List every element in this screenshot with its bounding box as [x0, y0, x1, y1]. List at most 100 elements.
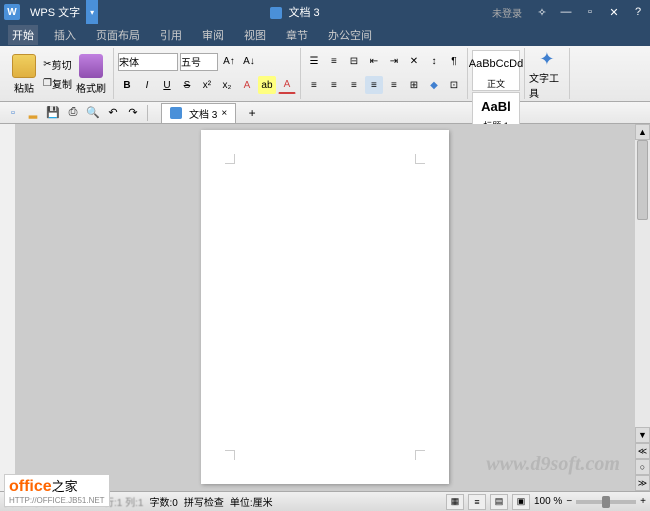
- font-color-button[interactable]: A: [278, 76, 296, 94]
- document-title: 文档 3: [98, 4, 492, 20]
- view-fullscreen-button[interactable]: ▣: [512, 494, 530, 510]
- cut-button[interactable]: ✂ 剪切: [42, 56, 73, 74]
- brush-icon: [79, 54, 103, 78]
- prev-page-button[interactable]: ≪: [635, 443, 650, 459]
- text-effect-button[interactable]: A: [238, 76, 256, 94]
- ribbon: 粘贴 ✂ 剪切 ❐ 复制 格式刷 A↑ A↓ B I U S x² x₂ A: [0, 46, 650, 102]
- increase-indent-button[interactable]: ⇥: [385, 53, 403, 71]
- app-menu-dropdown[interactable]: ▾: [86, 0, 98, 24]
- scroll-thumb[interactable]: [637, 140, 648, 220]
- quick-access-toolbar: ▫ ▂ 💾 ⎙ 🔍 ↶ ↷ 文档 3 × +: [0, 102, 650, 124]
- align-left-button[interactable]: ≡: [305, 76, 323, 94]
- font-size-select[interactable]: [180, 53, 218, 71]
- multilevel-list-button[interactable]: ⊟: [345, 53, 363, 71]
- document-icon: [270, 7, 282, 19]
- work-area: ▲ ▼ ≪ ○ ≫: [0, 124, 650, 491]
- menu-view[interactable]: 视图: [240, 25, 270, 45]
- paste-icon: [12, 54, 36, 78]
- skin-button[interactable]: ✧: [530, 0, 554, 24]
- vertical-ruler[interactable]: [0, 124, 16, 491]
- menu-section[interactable]: 章节: [282, 25, 312, 45]
- page[interactable]: [201, 130, 449, 484]
- text-direction-button[interactable]: ✕: [405, 53, 423, 71]
- menu-office-space[interactable]: 办公空间: [324, 25, 376, 45]
- status-word-count[interactable]: 字数:0: [150, 494, 178, 509]
- zoom-slider[interactable]: [576, 500, 636, 504]
- add-tab-button[interactable]: +: [242, 103, 262, 123]
- maximize-button[interactable]: ▫: [578, 0, 602, 24]
- shrink-font-button[interactable]: A↓: [240, 53, 258, 71]
- browse-object-button[interactable]: ○: [635, 459, 650, 475]
- shading-button[interactable]: ◆: [425, 76, 443, 94]
- italic-button[interactable]: I: [138, 76, 156, 94]
- subscript-button[interactable]: x₂: [218, 76, 236, 94]
- menu-bar: 开始 插入 页面布局 引用 审阅 视图 章节 办公空间: [0, 24, 650, 46]
- highlight-button[interactable]: ab: [258, 76, 276, 94]
- watermark-brand: office之家 HTTP://OFFICE.JB51.NET: [4, 474, 110, 507]
- help-button[interactable]: ?: [626, 0, 650, 24]
- decrease-indent-button[interactable]: ⇤: [365, 53, 383, 71]
- vertical-scrollbar[interactable]: ▲ ▼ ≪ ○ ≫: [634, 124, 650, 491]
- align-right-button[interactable]: ≡: [345, 76, 363, 94]
- align-distribute-button[interactable]: ≡: [385, 76, 403, 94]
- bullet-list-button[interactable]: ☰: [305, 53, 323, 71]
- view-outline-button[interactable]: ≡: [468, 494, 486, 510]
- undo-button[interactable]: ↶: [104, 104, 122, 122]
- number-list-button[interactable]: ≡: [325, 53, 343, 71]
- bold-button[interactable]: B: [118, 76, 136, 94]
- scroll-up-button[interactable]: ▲: [635, 124, 650, 140]
- menu-insert[interactable]: 插入: [50, 25, 80, 45]
- new-doc-button[interactable]: ▫: [4, 104, 22, 122]
- menu-references[interactable]: 引用: [156, 25, 186, 45]
- margin-corner-icon: [225, 450, 235, 460]
- view-print-layout-button[interactable]: ▦: [446, 494, 464, 510]
- scroll-down-button[interactable]: ▼: [635, 427, 650, 443]
- redo-button[interactable]: ↷: [124, 104, 142, 122]
- copy-button[interactable]: ❐ 复制: [42, 75, 73, 93]
- print-preview-button[interactable]: 🔍: [84, 104, 102, 122]
- margin-corner-icon: [415, 154, 425, 164]
- status-spell-check[interactable]: 拼写检查: [184, 494, 224, 509]
- zoom-level[interactable]: 100 %: [534, 496, 562, 507]
- close-tab-button[interactable]: ×: [221, 108, 227, 119]
- next-page-button[interactable]: ≫: [635, 475, 650, 491]
- login-status[interactable]: 未登录: [492, 5, 522, 20]
- document-canvas[interactable]: [16, 124, 634, 491]
- strikethrough-button[interactable]: S: [178, 76, 196, 94]
- status-unit[interactable]: 单位:厘米: [230, 494, 273, 509]
- format-brush-button[interactable]: 格式刷: [73, 50, 109, 98]
- style-normal[interactable]: AaBbCcDd正文: [472, 50, 520, 91]
- zoom-thumb[interactable]: [602, 496, 610, 508]
- print-button[interactable]: ⎙: [64, 104, 82, 122]
- save-button[interactable]: 💾: [44, 104, 62, 122]
- watermark: www.d9soft.com: [486, 453, 620, 476]
- zoom-in-button[interactable]: +: [640, 496, 646, 507]
- zoom-out-button[interactable]: −: [566, 496, 572, 507]
- paste-button[interactable]: 粘贴: [6, 50, 42, 98]
- styles-gallery: AaBbCcDd正文 AaBl标题 1 AaBb(标题 2 AaBbC标题 3 …: [468, 48, 525, 99]
- underline-button[interactable]: U: [158, 76, 176, 94]
- text-tools-button[interactable]: ✦文字工具: [529, 50, 565, 98]
- margin-corner-icon: [415, 450, 425, 460]
- document-icon: [170, 107, 182, 119]
- menu-review[interactable]: 审阅: [198, 25, 228, 45]
- close-button[interactable]: ✕: [602, 0, 626, 24]
- font-family-select[interactable]: [118, 53, 178, 71]
- open-button[interactable]: ▂: [24, 104, 42, 122]
- align-justify-button[interactable]: ≡: [365, 76, 383, 94]
- show-marks-button[interactable]: ¶: [445, 53, 463, 71]
- view-web-button[interactable]: ▤: [490, 494, 508, 510]
- app-icon: W: [4, 4, 20, 20]
- menu-home[interactable]: 开始: [8, 25, 38, 45]
- tab-settings-button[interactable]: ⊞: [405, 76, 423, 94]
- document-tab[interactable]: 文档 3 ×: [161, 103, 236, 123]
- superscript-button[interactable]: x²: [198, 76, 216, 94]
- scroll-track[interactable]: [635, 140, 650, 427]
- app-name: WPS 文字: [24, 4, 86, 20]
- align-center-button[interactable]: ≡: [325, 76, 343, 94]
- grow-font-button[interactable]: A↑: [220, 53, 238, 71]
- menu-page-layout[interactable]: 页面布局: [92, 25, 144, 45]
- border-button[interactable]: ⊡: [445, 76, 463, 94]
- minimize-button[interactable]: ―: [554, 0, 578, 24]
- line-spacing-button[interactable]: ↕: [425, 53, 443, 71]
